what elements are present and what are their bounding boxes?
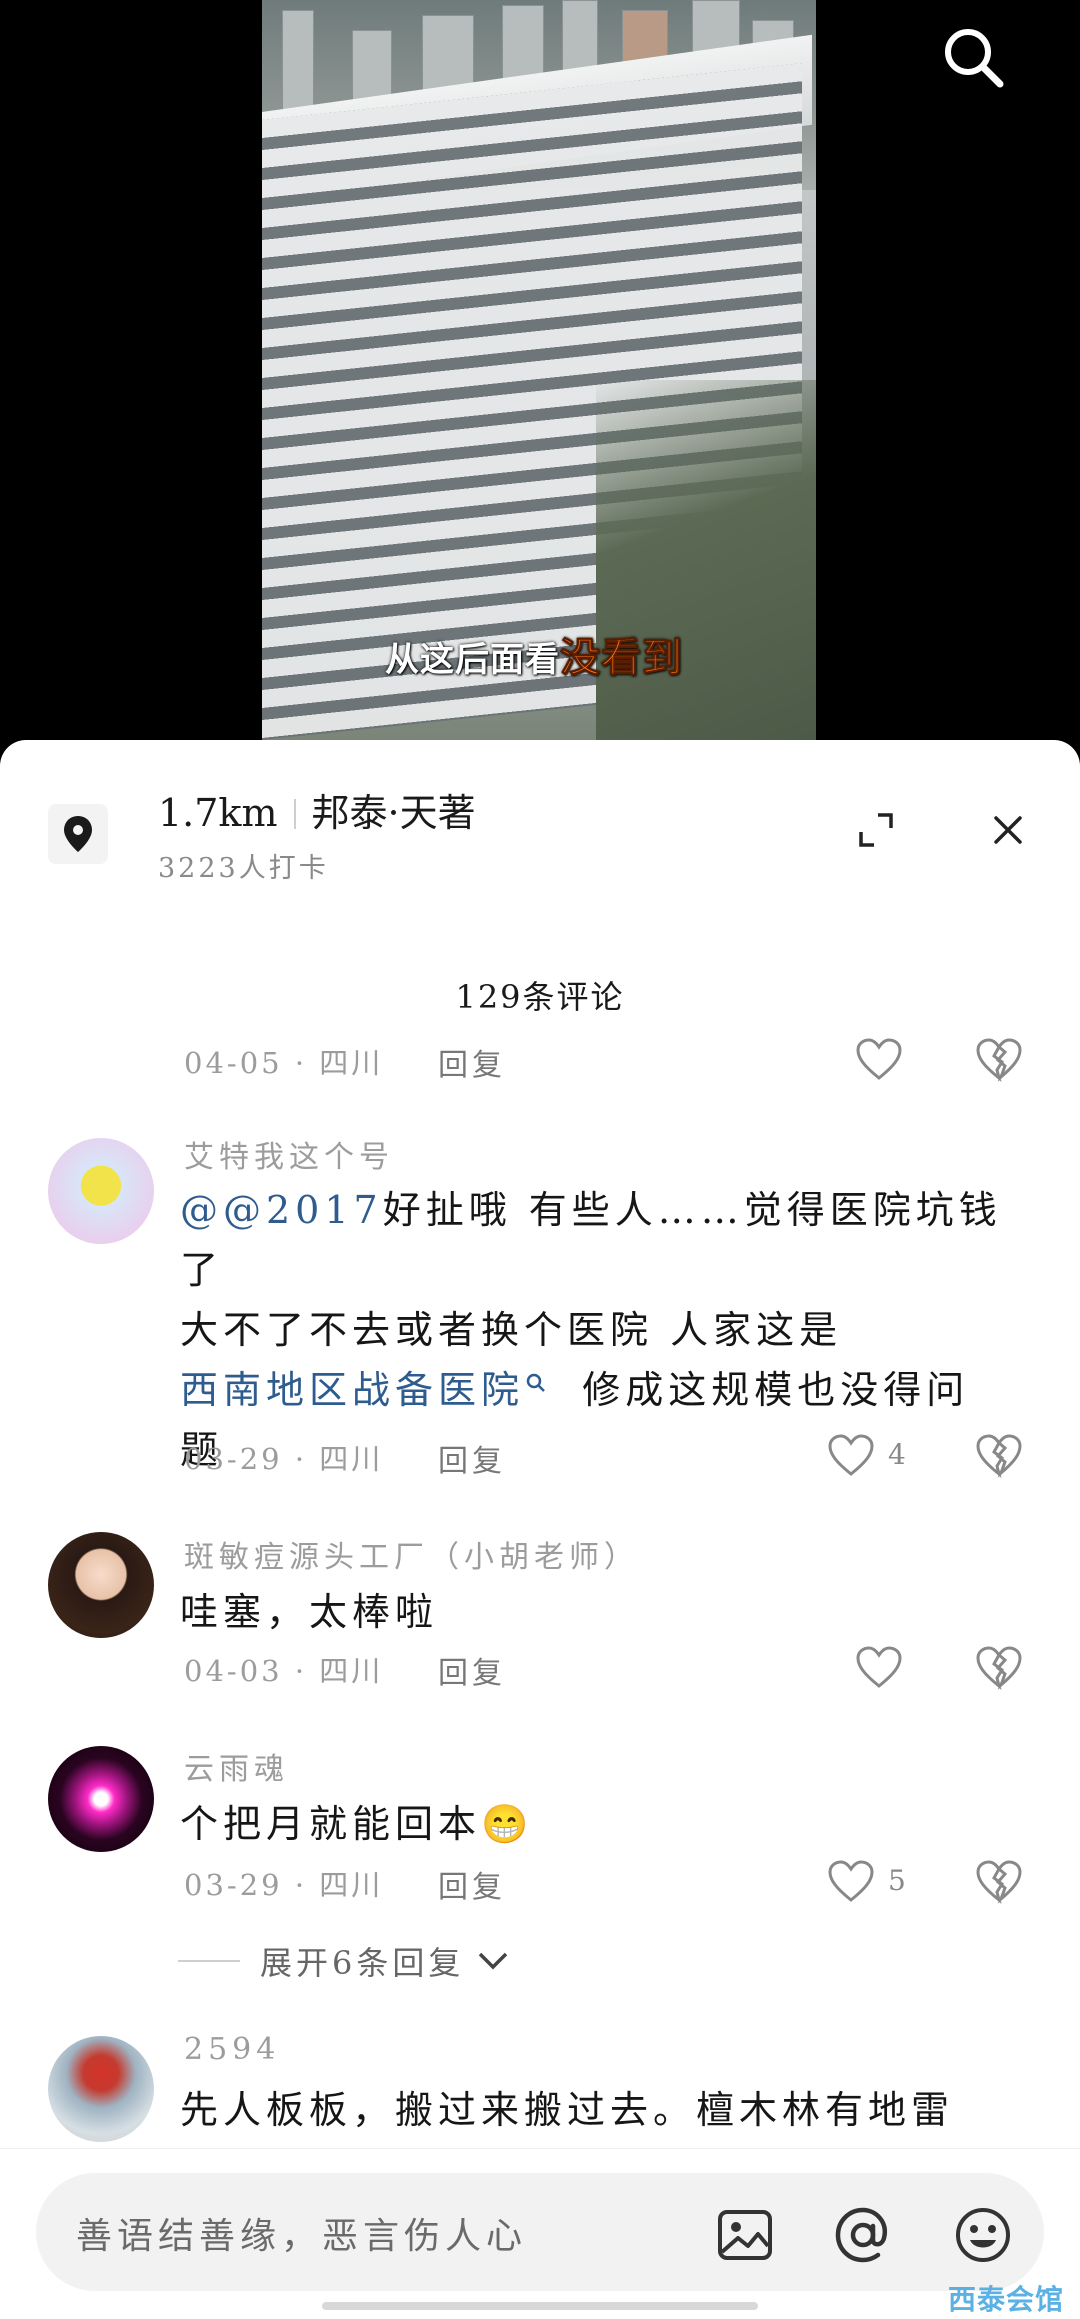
comment-meta: 04-03 · 四川 [184,1654,384,1688]
like-count: 5 [888,1864,906,1897]
comment-text: 个把月就能回本😁 [180,1802,534,1846]
broken-heart-icon[interactable] [974,1858,1024,1904]
comment-meta: 04-05 · 四川 [184,1046,384,1080]
reply-button[interactable]: 回复 [438,1862,506,1906]
location-name: 邦泰·天著 [311,791,476,835]
avatar[interactable] [48,1138,154,1244]
image-icon[interactable] [714,2204,776,2266]
location-checkins: 3223人打卡 [158,853,329,884]
comment-meta: 03-29 · 四川 [184,1442,384,1476]
video-player[interactable]: 从这后面看没看到 [0,0,1080,745]
avatar[interactable] [48,1532,154,1638]
heart-icon[interactable] [826,1858,876,1904]
search-small-icon [526,1373,545,1392]
ground [596,380,816,740]
reply-button[interactable]: 回复 [438,1436,506,1480]
video-subtitle: 从这后面看没看到 [385,635,683,682]
comment-text: @@2017好扯哦 有些人……觉得医院坑钱了 大不了不去或者换个医院 人家这是 … [180,1188,1002,1472]
close-icon[interactable] [988,810,1028,850]
comment-username[interactable]: 斑敏痘源头工厂（小胡老师） [184,1532,639,1576]
broken-heart-icon[interactable] [974,1432,1024,1478]
watermark: 西泰会馆 [948,2283,1065,2316]
comment-input-placeholder[interactable]: 善语结善缘，恶言伤人心 [76,2207,527,2259]
grin-emoji: 😁 [481,1802,534,1846]
reply-button[interactable]: 回复 [438,1648,506,1692]
comment-count-title: 129条评论 [455,978,625,1016]
comment-username[interactable]: 艾特我这个号 [184,1132,394,1176]
search-icon[interactable] [938,22,1010,94]
comment-input-bar: 善语结善缘，恶言伤人心 [0,2148,1080,2319]
divider [293,799,296,829]
like-count: 4 [888,1438,906,1471]
chevron-down-icon [479,1952,508,1970]
comments-sheet: 1.7km 邦泰·天著 3223人打卡 129条评论 04-05 · 四川 回复 … [0,740,1080,2318]
at-icon[interactable] [832,2204,894,2266]
location-pin-icon [64,816,92,852]
divider [178,1960,240,1962]
comment-username[interactable]: 云雨魂 [184,1744,289,1788]
expand-icon[interactable] [856,810,896,850]
expand-replies-button[interactable]: 展开6条回复 [178,1938,510,1984]
mention-link[interactable]: @@2017 [180,1188,383,1232]
heart-icon[interactable] [854,1036,904,1082]
broken-heart-icon[interactable] [974,1036,1024,1082]
comment-meta: 03-29 · 四川 [184,1868,384,1902]
heart-icon[interactable] [854,1644,904,1690]
emoji-icon[interactable] [952,2204,1014,2266]
heart-icon[interactable] [826,1432,876,1478]
location-icon-box[interactable] [48,804,108,864]
home-indicator[interactable] [322,2302,758,2310]
avatar[interactable] [48,2036,154,2142]
comment-username[interactable]: 2594 [184,2032,280,2067]
reply-button[interactable]: 回复 [438,1040,506,1084]
comment-text: 先人板板，搬过来搬过去。檀木林有地雷 [180,2088,955,2132]
comment-text: 哇塞，太棒啦 [180,1590,439,1634]
location-distance: 1.7km [158,791,278,835]
broken-heart-icon[interactable] [974,1644,1024,1690]
location-title[interactable]: 1.7km 邦泰·天著 [158,782,476,837]
avatar[interactable] [48,1746,154,1852]
search-link[interactable]: 西南地区战备医院 [180,1368,548,1412]
